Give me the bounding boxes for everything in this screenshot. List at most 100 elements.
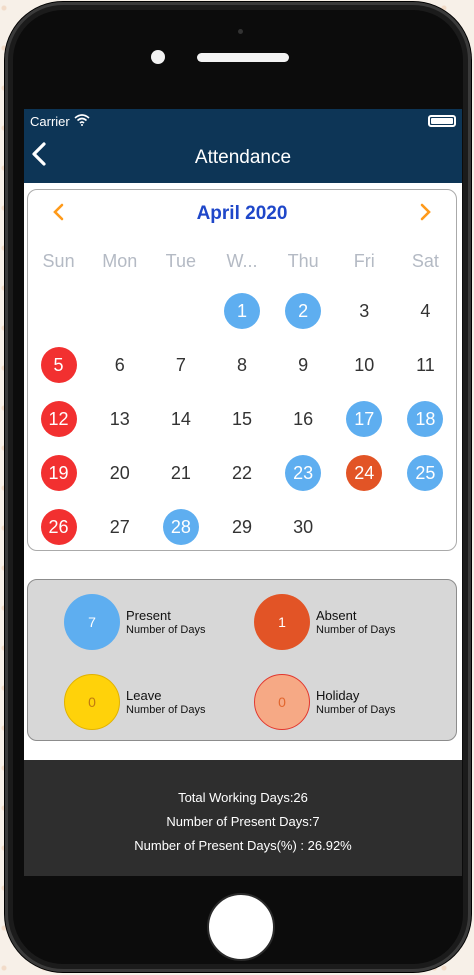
calendar-day[interactable]: 10 [334, 338, 395, 392]
present-days-count: Number of Present Days:7 [166, 814, 320, 829]
day-number: 22 [231, 462, 252, 483]
calendar-day[interactable]: 23 [273, 446, 334, 500]
month-title: April 2020 [196, 203, 288, 224]
sensor-dot [238, 29, 243, 34]
day-number: 16 [293, 408, 314, 429]
chevron-right-next-month-icon[interactable] [418, 201, 432, 227]
day-number: 25 [407, 455, 444, 491]
day-number: 29 [231, 516, 252, 537]
attendance-footer: Total Working Days:26 Number of Present … [24, 760, 462, 876]
camera-icon [151, 50, 165, 64]
weekday-label: Mon [102, 250, 138, 271]
days-grid: 1 2 3 4 5 6 7 8 9 10 11 12 13 14 15 16 17 18 19 20 21 22 23 24 2… [28, 284, 456, 554]
day-number: 21 [170, 462, 191, 483]
calendar-day[interactable]: 25 [395, 446, 456, 500]
chevron-left-prev-month-icon[interactable] [52, 201, 66, 227]
calendar-day[interactable]: 22 [211, 446, 272, 500]
calendar-day[interactable]: 17 [334, 392, 395, 446]
day-number: 14 [170, 408, 191, 429]
day-number: 27 [109, 516, 130, 537]
present-stat: 7 Present Number of Days [64, 594, 205, 650]
day-number: 30 [293, 516, 314, 537]
present-count-circle: 7 [64, 594, 120, 650]
carrier-label: Carrier [30, 113, 70, 129]
day-number: 26 [40, 509, 77, 545]
calendar-empty-cell [89, 284, 150, 338]
weekday-label: W... [226, 250, 258, 271]
day-number: 4 [420, 300, 431, 321]
present-days-percentage: Number of Present Days(%) : 26.92% [134, 838, 352, 853]
calendar-day[interactable]: 7 [150, 338, 211, 392]
calendar-day[interactable]: 24 [334, 446, 395, 500]
calendar-day[interactable]: 15 [211, 392, 272, 446]
calendar-day[interactable]: 29 [211, 500, 272, 554]
day-number [41, 293, 77, 329]
weekday-label: Thu [287, 250, 319, 271]
day-number [102, 293, 138, 329]
day-number [163, 293, 199, 329]
absent-stat: 1 Absent Number of Days [254, 594, 395, 650]
day-number: 7 [175, 354, 186, 375]
day-number [407, 509, 443, 545]
calendar: April 2020 Sun Mon Tue W... Thu Fri Sat … [27, 189, 457, 551]
calendar-day[interactable]: 20 [89, 446, 150, 500]
calendar-day[interactable]: 30 [273, 500, 334, 554]
calendar-day[interactable]: 14 [150, 392, 211, 446]
leave-label: Leave [126, 688, 162, 703]
day-number: 10 [354, 354, 375, 375]
leave-sub-label: Number of Days [126, 704, 206, 716]
day-number: 24 [346, 455, 383, 491]
calendar-day[interactable]: 9 [273, 338, 334, 392]
home-button[interactable] [207, 893, 275, 961]
day-number: 18 [407, 401, 444, 437]
weekday-row: Sun Mon Tue W... Thu Fri Sat [28, 238, 456, 284]
calendar-day[interactable]: 19 [28, 446, 89, 500]
day-number: 1 [223, 293, 260, 329]
day-number: 19 [40, 455, 77, 491]
status-bar: Carrier [24, 109, 462, 133]
calendar-day[interactable]: 5 [28, 338, 89, 392]
calendar-day[interactable]: 16 [273, 392, 334, 446]
weekday-label: Sat [411, 250, 439, 271]
day-number: 9 [298, 354, 309, 375]
day-number: 6 [114, 354, 125, 375]
day-number: 3 [359, 300, 370, 321]
wifi-icon [74, 113, 90, 129]
present-label: Present [126, 608, 171, 623]
attendance-summary: 7 Present Number of Days 1 Absent Number… [27, 579, 457, 741]
chevron-left-icon[interactable] [30, 141, 48, 174]
day-number: 17 [346, 401, 383, 437]
calendar-day[interactable]: 6 [89, 338, 150, 392]
day-number: 13 [109, 408, 130, 429]
calendar-empty-cell [334, 500, 395, 554]
calendar-day[interactable]: 18 [395, 392, 456, 446]
calendar-day[interactable]: 3 [334, 284, 395, 338]
calendar-day[interactable]: 2 [273, 284, 334, 338]
calendar-empty-cell [28, 284, 89, 338]
calendar-day[interactable]: 4 [395, 284, 456, 338]
calendar-day[interactable]: 13 [89, 392, 150, 446]
holiday-count-circle: 0 [254, 674, 310, 730]
calendar-day[interactable]: 28 [150, 500, 211, 554]
calendar-day[interactable]: 26 [28, 500, 89, 554]
weekday-label: Tue [165, 250, 197, 271]
weekday-label: Sun [42, 250, 75, 271]
day-number: 5 [40, 347, 77, 383]
calendar-day[interactable]: 12 [28, 392, 89, 446]
calendar-day[interactable]: 21 [150, 446, 211, 500]
calendar-day[interactable]: 27 [89, 500, 150, 554]
day-number: 12 [40, 401, 77, 437]
calendar-day[interactable]: 1 [211, 284, 272, 338]
calendar-empty-cell [395, 500, 456, 554]
calendar-header: April 2020 [28, 190, 456, 238]
speaker-grille [197, 53, 289, 62]
calendar-day[interactable]: 8 [211, 338, 272, 392]
day-number: 20 [109, 462, 130, 483]
app-screen: Carrier Attendance April 2020 Sun Mon Tu… [24, 109, 462, 876]
absent-sub-label: Number of Days [316, 624, 396, 636]
day-number: 8 [236, 354, 247, 375]
total-working-days: Total Working Days:26 [178, 790, 308, 805]
nav-bar: Attendance [24, 133, 462, 183]
leave-stat: 0 Leave Number of Days [64, 674, 205, 730]
calendar-day[interactable]: 11 [395, 338, 456, 392]
